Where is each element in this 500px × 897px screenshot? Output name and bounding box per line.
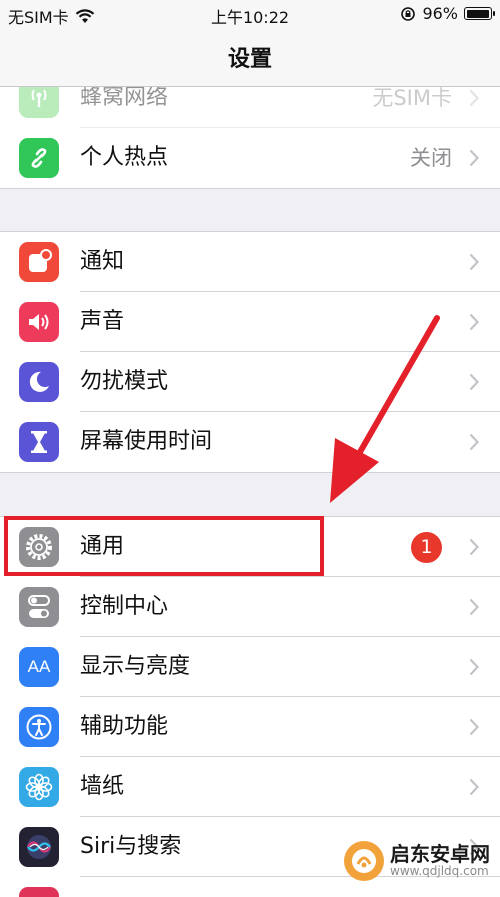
- watermark-url: www.qdjldq.com: [390, 864, 489, 879]
- orientation-lock-icon: [401, 6, 416, 21]
- status-bar-overlay: 无SIM卡 上午10:22 96%: [0, 0, 500, 28]
- status-right-overlay: 96%: [400, 4, 495, 23]
- watermark-text: 启东安卓网 www.qdjldq.com: [390, 843, 490, 878]
- watermark-title: 启东安卓网: [390, 842, 490, 867]
- watermark-logo: [344, 841, 384, 881]
- battery-icon: [464, 7, 495, 20]
- nav-bar-overlay: 设置: [0, 28, 500, 87]
- watermark: 启东安卓网 www.qdjldq.com: [344, 841, 490, 881]
- red-arrow-annotation: [330, 315, 440, 503]
- page-title-overlay: 设置: [227, 47, 272, 72]
- battery-level: [466, 9, 489, 18]
- battery-percent: 96%: [422, 4, 458, 23]
